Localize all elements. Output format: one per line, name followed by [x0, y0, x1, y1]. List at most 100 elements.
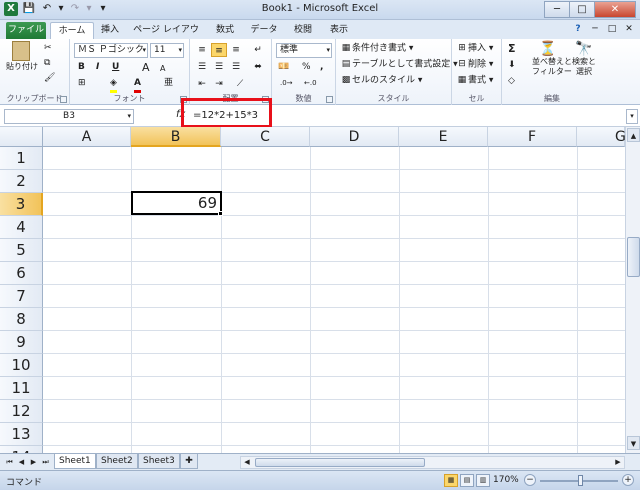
decrease-decimal-icon[interactable]: ←.0 — [304, 77, 317, 90]
column-header-c[interactable]: C — [221, 127, 310, 147]
font-name-combo[interactable]: ＭＳ Ｐゴシック ▾ — [74, 43, 148, 58]
percent-button[interactable]: % — [302, 61, 311, 74]
row-header-2[interactable]: 2 — [0, 170, 43, 193]
autosum-button[interactable]: Σ — [508, 42, 516, 55]
increase-decimal-icon[interactable]: .0→ — [280, 77, 293, 90]
maximize-button[interactable]: □ — [569, 1, 595, 18]
scroll-left-icon[interactable]: ◀ — [241, 457, 253, 468]
tab-view[interactable]: 表示 — [324, 22, 354, 39]
scroll-up-icon[interactable]: ▲ — [627, 128, 640, 142]
font-color-icon[interactable]: A — [134, 77, 141, 93]
tab-data[interactable]: データ — [246, 22, 282, 39]
align-left-icon[interactable]: ☰ — [194, 60, 210, 74]
page-layout-view-icon[interactable]: ▤ — [460, 474, 474, 487]
page-break-view-icon[interactable]: ▥ — [476, 474, 490, 487]
ribbon-minimize-button[interactable]: ─ — [588, 22, 602, 36]
help-icon[interactable]: ? — [571, 22, 585, 36]
bold-button[interactable]: B — [78, 61, 85, 74]
increase-indent-icon[interactable]: ⇥ — [211, 77, 227, 91]
paste-button[interactable]: 貼り付け — [6, 41, 38, 72]
sheet-tab-sheet1[interactable]: Sheet1 — [54, 454, 96, 469]
column-header-g[interactable]: G — [577, 127, 626, 147]
format-painter-icon[interactable]: 🖌 — [44, 72, 55, 85]
sort-filter-button[interactable]: ⏳ 並べ替えと フィルター — [532, 41, 572, 77]
minimize-button[interactable]: ─ — [544, 1, 570, 18]
row-header-9[interactable]: 9 — [0, 331, 43, 354]
row-header-5[interactable]: 5 — [0, 239, 43, 262]
cut-icon[interactable]: ✂ — [44, 42, 52, 55]
column-header-b[interactable]: B — [131, 127, 221, 147]
tab-page-layout[interactable]: ページ レイアウト — [130, 22, 202, 51]
shrink-font-button[interactable]: A — [160, 62, 165, 75]
active-cell-b3[interactable]: 69 — [131, 191, 222, 215]
zoom-out-button[interactable]: − — [524, 474, 536, 486]
expand-formula-bar-icon[interactable]: ▾ — [626, 109, 638, 124]
row-header-12[interactable]: 12 — [0, 400, 43, 423]
format-cells-button[interactable]: ▦ 書式 ▾ — [456, 74, 494, 88]
align-bottom-icon[interactable]: ≡ — [228, 43, 244, 57]
sheet-tab-sheet3[interactable]: Sheet3 — [138, 454, 180, 469]
grow-font-button[interactable]: A — [142, 61, 150, 74]
row-header-4[interactable]: 4 — [0, 216, 43, 239]
horizontal-scroll-thumb[interactable] — [255, 458, 425, 467]
align-center-icon[interactable]: ☰ — [211, 60, 227, 74]
find-select-button[interactable]: 🔭 検索と 選択 — [570, 41, 598, 77]
tab-insert[interactable]: 挿入 — [96, 22, 124, 39]
scroll-right-icon[interactable]: ▶ — [612, 457, 624, 468]
wrap-text-icon[interactable]: ↵ — [250, 43, 266, 57]
clear-icon[interactable]: ◇ — [508, 75, 515, 88]
align-middle-icon[interactable]: ≡ — [211, 43, 227, 57]
align-right-icon[interactable]: ☰ — [228, 60, 244, 74]
column-header-e[interactable]: E — [399, 127, 488, 147]
tab-review[interactable]: 校閲 — [288, 22, 318, 39]
merge-center-icon[interactable]: ⬌ — [250, 60, 266, 74]
first-sheet-icon[interactable]: ⏮ — [4, 456, 15, 468]
scroll-down-icon[interactable]: ▼ — [627, 436, 640, 450]
italic-button[interactable]: I — [96, 61, 99, 74]
row-header-1[interactable]: 1 — [0, 147, 43, 170]
worksheet-grid[interactable]: A B C D E F G 1 2 3 4 5 6 7 8 9 10 11 12… — [0, 127, 640, 453]
column-header-f[interactable]: F — [488, 127, 577, 147]
underline-button[interactable]: U — [112, 61, 119, 74]
font-size-combo[interactable]: 11 ▾ — [150, 43, 184, 58]
decrease-indent-icon[interactable]: ⇤ — [194, 77, 210, 91]
zoom-slider-thumb[interactable] — [578, 475, 583, 486]
row-header-11[interactable]: 11 — [0, 377, 43, 400]
ribbon-restore-button[interactable]: □ — [605, 22, 619, 36]
format-as-table-button[interactable]: ▤ テーブルとして書式設定 ▾ — [340, 58, 458, 72]
row-header-10[interactable]: 10 — [0, 354, 43, 377]
column-header-a[interactable]: A — [43, 127, 131, 147]
row-header-8[interactable]: 8 — [0, 308, 43, 331]
row-header-13[interactable]: 13 — [0, 423, 43, 446]
fill-color-icon[interactable]: ◈ — [110, 77, 117, 93]
align-top-icon[interactable]: ≡ — [194, 43, 210, 57]
borders-icon[interactable]: ⊞ — [78, 77, 86, 90]
row-header-3[interactable]: 3 — [0, 193, 43, 216]
row-header-7[interactable]: 7 — [0, 285, 43, 308]
currency-icon[interactable]: 💴 — [278, 61, 289, 74]
vertical-scroll-thumb[interactable] — [627, 237, 640, 277]
sheet-tab-sheet2[interactable]: Sheet2 — [96, 454, 138, 469]
delete-cells-button[interactable]: ⊟ 削除 ▾ — [456, 58, 493, 72]
close-button[interactable]: ✕ — [594, 1, 636, 18]
tab-home[interactable]: ホーム — [50, 22, 94, 39]
last-sheet-icon[interactable]: ⏭ — [40, 456, 51, 468]
name-box[interactable]: B3 ▾ — [4, 109, 134, 124]
comma-button[interactable]: , — [320, 61, 323, 74]
tab-formulas[interactable]: 数式 — [210, 22, 240, 39]
cell-styles-button[interactable]: ▩ セルのスタイル ▾ — [340, 74, 423, 88]
select-all-button[interactable] — [0, 127, 43, 147]
copy-icon[interactable]: ⧉ — [44, 57, 50, 70]
orientation-icon[interactable]: ⟋ — [232, 77, 248, 91]
number-launcher-icon[interactable] — [326, 96, 333, 103]
number-format-combo[interactable]: 標準 ▾ — [276, 43, 332, 58]
normal-view-icon[interactable]: ▦ — [444, 474, 458, 487]
insert-sheet-icon[interactable]: ✚ — [180, 454, 198, 469]
fill-handle[interactable] — [218, 211, 223, 216]
insert-cells-button[interactable]: ⊞ 挿入 ▾ — [456, 42, 493, 56]
row-header-6[interactable]: 6 — [0, 262, 43, 285]
prev-sheet-icon[interactable]: ◀ — [16, 456, 27, 468]
horizontal-scrollbar[interactable]: ◀ ▶ — [240, 456, 625, 469]
tab-file[interactable]: ファイル — [6, 22, 46, 39]
next-sheet-icon[interactable]: ▶ — [28, 456, 39, 468]
